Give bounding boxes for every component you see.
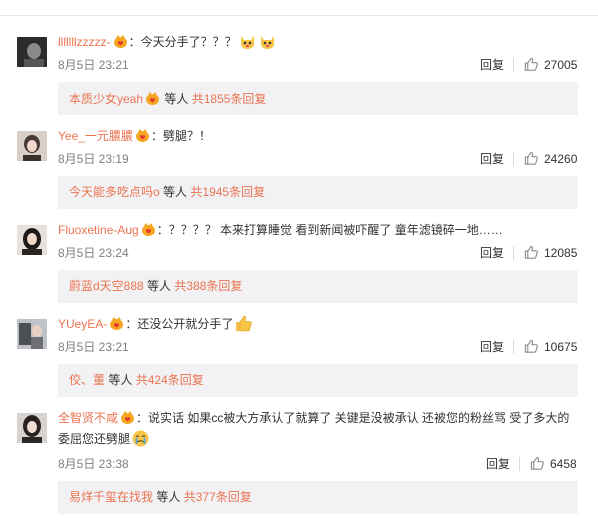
like-count: 6458 xyxy=(550,457,577,471)
username-link[interactable]: YUeyEA- xyxy=(58,317,107,331)
vip-badge-icon xyxy=(141,223,155,236)
sub-reply-total-link[interactable]: 共388条回复 xyxy=(174,279,242,293)
comment-content: Fluoxetine-Aug ：？？？？ 本来打算睡觉 看到新闻被吓醒了 童年滤镜… xyxy=(58,220,580,241)
vip-badge-icon xyxy=(110,317,124,330)
username-link[interactable]: Yee_一元膿膿 xyxy=(58,129,133,143)
username-link[interactable]: 全智贤不咸 xyxy=(58,411,118,425)
comment-text: ：今天分手了？？？ xyxy=(128,35,237,49)
comment-content: Yee_一元膿膿 ：劈腿？！ xyxy=(58,126,580,147)
thumbs-up-icon[interactable] xyxy=(524,339,539,354)
divider xyxy=(519,457,520,471)
reply-button[interactable]: 回复 xyxy=(480,340,504,354)
avatar[interactable] xyxy=(17,131,47,161)
reply-button[interactable]: 回复 xyxy=(480,58,504,72)
like-count: 27005 xyxy=(544,58,578,72)
avatar[interactable] xyxy=(17,37,47,67)
vip-badge-icon xyxy=(121,411,135,424)
divider xyxy=(513,246,514,260)
divider xyxy=(513,340,514,354)
thumbs-up-icon[interactable] xyxy=(524,245,539,260)
sub-reply-label: 等人 xyxy=(147,279,172,293)
sub-reply-label: 等人 xyxy=(163,185,188,199)
sub-reply-user[interactable]: 佼、董 xyxy=(69,373,105,387)
sub-reply-total-link[interactable]: 共424条回复 xyxy=(136,373,204,387)
thumbs-up-icon[interactable] xyxy=(524,57,539,72)
sub-reply-total-link[interactable]: 共377条回复 xyxy=(184,490,252,504)
sub-reply-user[interactable]: 易烊千玺在找我 xyxy=(69,490,153,504)
vip-badge-icon xyxy=(135,129,149,142)
thumbs-up-icon[interactable] xyxy=(530,456,545,471)
avatar[interactable] xyxy=(17,319,47,349)
sub-replies-box[interactable]: 本质少女yeah 等人 共1855条回复 xyxy=(58,82,578,115)
avatar[interactable] xyxy=(17,413,47,443)
reply-button[interactable]: 回复 xyxy=(480,246,504,260)
divider xyxy=(513,152,514,166)
crying-face-emoji-icon xyxy=(132,430,149,447)
comment-text: ：劈腿？！ xyxy=(150,129,211,143)
sub-reply-user[interactable]: 本质少女yeah xyxy=(69,92,143,106)
avatar[interactable] xyxy=(17,225,47,255)
comment-content: lllllllzzzzz- ：今天分手了？？？ xyxy=(58,32,580,53)
comment-text: ：？？？？ 本来打算睡觉 看到新闻被吓醒了 童年滤镜碎一地…… xyxy=(156,223,503,237)
username-link[interactable]: Fluoxetine-Aug xyxy=(58,223,139,237)
sub-reply-label: 等人 xyxy=(156,490,181,504)
comment-content: YUeyEA- ：还没公开就分手了 xyxy=(58,314,580,335)
sub-reply-label: 等人 xyxy=(108,373,133,387)
cat-face-emoji-icon xyxy=(240,36,254,49)
sub-reply-user[interactable]: 今天能多吃点吗o xyxy=(69,185,160,199)
sub-replies-box[interactable]: 蔚蓝d天空888 等人 共388条回复 xyxy=(58,270,578,303)
comment-date: 8月5日 23:21 xyxy=(58,340,129,354)
comment-date: 8月5日 23:19 xyxy=(58,152,129,166)
thumbs-up-icon[interactable] xyxy=(524,151,539,166)
comment-content: 全智贤不咸 ：说实话 如果cc被大方承认了就算了 关键是没被承认 还被您的粉丝骂 … xyxy=(58,408,580,450)
username-link[interactable]: lllllllzzzzz- xyxy=(58,35,111,49)
sub-reply-total-link[interactable]: 共1855条回复 xyxy=(192,92,267,106)
comment-date: 8月5日 23:21 xyxy=(58,58,129,72)
sub-replies-box[interactable]: 今天能多吃点吗o 等人 共1945条回复 xyxy=(58,176,578,209)
reply-button[interactable]: 回复 xyxy=(480,152,504,166)
cat-face-emoji-icon xyxy=(260,36,274,49)
like-count: 10675 xyxy=(544,340,578,354)
sub-reply-total-link[interactable]: 共1945条回复 xyxy=(190,185,265,199)
top-divider xyxy=(0,15,598,16)
reply-button[interactable]: 回复 xyxy=(486,457,510,471)
like-count: 12085 xyxy=(544,246,578,260)
vip-badge-icon xyxy=(113,35,127,48)
comment-date: 8月5日 23:38 xyxy=(58,457,129,471)
comment-date: 8月5日 23:24 xyxy=(58,246,129,260)
sub-replies-box[interactable]: 佼、董 等人 共424条回复 xyxy=(58,364,578,397)
sub-replies-box[interactable]: 易烊千玺在找我 等人 共377条回复 xyxy=(58,481,578,514)
comment-text: ：还没公开就分手了 xyxy=(125,317,234,331)
like-count: 24260 xyxy=(544,152,578,166)
vip-badge-icon xyxy=(146,92,160,105)
sub-reply-label: 等人 xyxy=(164,92,189,106)
thumbs-up-emoji-icon xyxy=(236,315,253,332)
sub-reply-user[interactable]: 蔚蓝d天空888 xyxy=(69,279,144,293)
divider xyxy=(513,58,514,72)
